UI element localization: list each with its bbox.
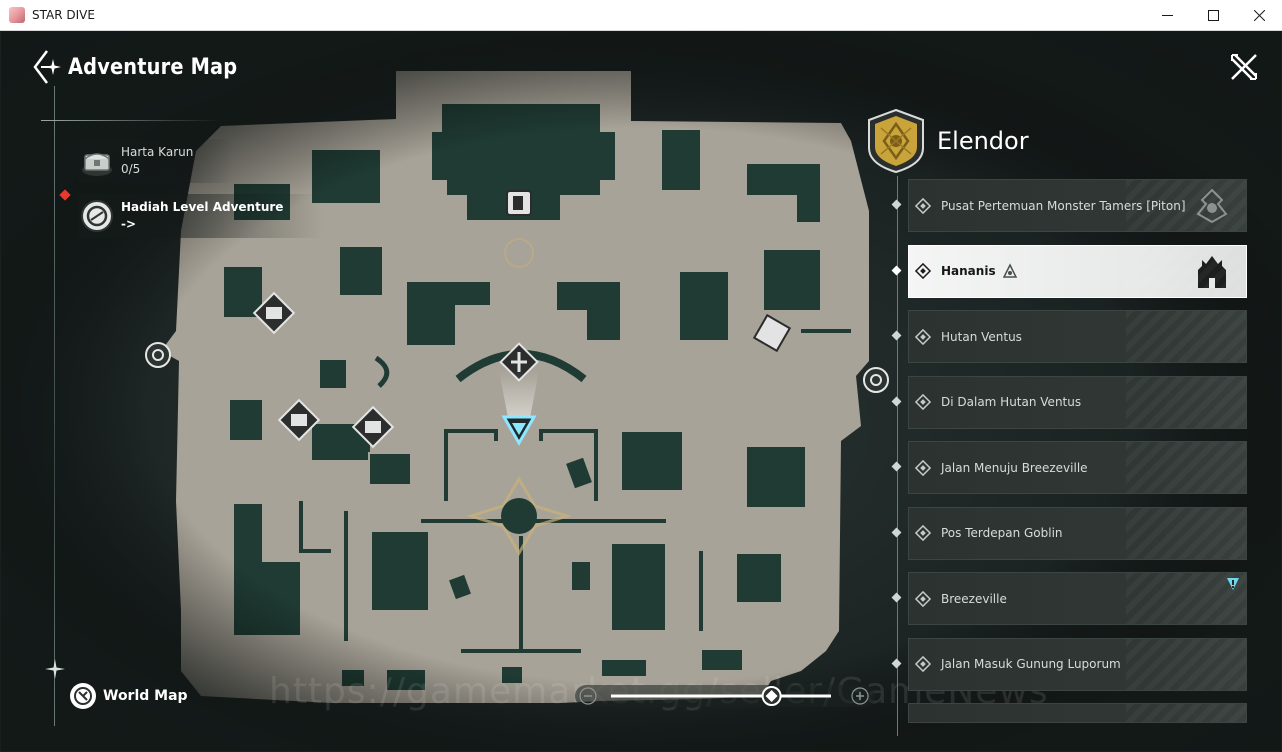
location-card[interactable]: Hutan Ventus	[908, 310, 1247, 363]
location-card-selected[interactable]: Hananis	[908, 244, 1247, 298]
world-map-button[interactable]: World Map	[69, 682, 188, 710]
location-label: Pusat Pertemuan Monster Tamers [Piton]	[941, 198, 1186, 213]
list-item[interactable]: Breezeville	[891, 572, 1252, 625]
treasure-chest-icon	[82, 153, 112, 176]
list-node	[891, 461, 902, 472]
level-reward-link[interactable]: Hadiah Level Adventure ->	[79, 194, 324, 238]
window-controls	[1144, 0, 1282, 31]
list-node	[891, 199, 902, 210]
location-icon	[915, 656, 931, 672]
list-item[interactable]: Di Dalam Hutan Ventus	[891, 375, 1252, 429]
treasure-counter[interactable]: Harta Karun 0/5	[79, 139, 234, 183]
location-label: Pos Terdepan Goblin	[941, 526, 1063, 540]
location-icon	[915, 590, 931, 607]
level-reward-arrow: ->	[121, 217, 137, 231]
globe-icon	[70, 683, 96, 709]
monster-crest-icon	[1196, 188, 1228, 224]
close-map-button[interactable]	[1229, 52, 1259, 82]
door-marker[interactable]	[506, 190, 532, 216]
location-card[interactable]: Breezeville	[908, 572, 1247, 625]
location-card[interactable]	[908, 703, 1247, 723]
location-icon	[915, 459, 931, 476]
location-card[interactable]: Jalan Menuju Breezeville	[908, 441, 1247, 494]
list-node	[891, 527, 902, 537]
list-node	[891, 658, 902, 668]
location-label: Hutan Ventus	[941, 329, 1022, 344]
treasure-label: Harta Karun	[121, 145, 194, 159]
game-viewport: Adventure Map Harta Karun 0/5 Hadiah Lev…	[1, 31, 1281, 751]
compass-sparkle-icon	[33, 50, 61, 84]
location-label: Jalan Menuju Breezeville	[941, 460, 1088, 475]
page-header: Adventure Map	[31, 49, 260, 85]
location-icon	[915, 394, 931, 410]
list-item[interactable]: Pos Terdepan Goblin	[891, 506, 1252, 560]
treasure-count: 0/5	[121, 162, 141, 176]
list-item[interactable]	[892, 703, 1252, 723]
region-header: Elendor	[863, 108, 1029, 174]
list-item[interactable]: Hutan Ventus	[891, 310, 1252, 363]
castle-icon	[1198, 255, 1226, 288]
list-node	[891, 265, 902, 275]
location-card[interactable]: Di Dalam Hutan Ventus	[908, 375, 1247, 429]
page-title: Adventure Map	[68, 54, 238, 80]
left-decor-line	[41, 120, 221, 121]
close-window-button[interactable]	[1236, 0, 1282, 31]
portal-marker-west[interactable]	[145, 342, 171, 368]
location-card[interactable]: Jalan Masuk Gunung Luporum	[908, 637, 1247, 691]
location-card[interactable]: Pos Terdepan Goblin	[908, 506, 1247, 560]
zoom-thumb[interactable]	[761, 686, 782, 706]
minimize-button[interactable]	[1144, 0, 1190, 31]
window-title: STAR DIVE	[32, 8, 95, 22]
sparkle-icon	[45, 659, 65, 679]
zoom-slider[interactable]	[575, 681, 875, 711]
close-icon	[1253, 10, 1265, 21]
region-name: Elendor	[937, 127, 1029, 155]
location-icon	[915, 328, 931, 345]
list-node	[891, 330, 902, 341]
list-item[interactable]: Jalan Masuk Gunung Luporum	[891, 637, 1252, 691]
minimize-icon	[1161, 15, 1173, 16]
list-node	[891, 396, 902, 406]
window-titlebar: STAR DIVE	[0, 0, 1282, 31]
location-label: Breezeville	[941, 591, 1007, 606]
maximize-button[interactable]	[1190, 0, 1236, 31]
location-icon	[915, 263, 931, 279]
list-item[interactable]: Hananis	[891, 244, 1252, 298]
gold-crest-icon	[868, 108, 924, 174]
maximize-icon	[1207, 10, 1219, 21]
app-icon	[9, 7, 25, 23]
current-location-icon	[1002, 263, 1017, 278]
list-item[interactable]: Jalan Menuju Breezeville	[891, 441, 1252, 494]
location-list: Pusat Pertemuan Monster Tamers [Piton] H…	[891, 179, 1252, 736]
level-reward-label: Hadiah Level Adventure	[121, 200, 284, 214]
list-node	[891, 592, 902, 603]
location-icon	[915, 197, 931, 214]
world-map-label: World Map	[103, 688, 188, 704]
list-item[interactable]: Pusat Pertemuan Monster Tamers [Piton]	[891, 179, 1252, 232]
quest-marker-icon	[1227, 578, 1239, 590]
location-label: Di Dalam Hutan Ventus	[941, 395, 1082, 409]
portal-marker-east[interactable]	[863, 367, 889, 393]
location-label: Hananis	[941, 264, 996, 278]
left-decor-rail	[54, 86, 55, 726]
reward-badge-icon	[81, 200, 113, 232]
location-card[interactable]: Pusat Pertemuan Monster Tamers [Piton]	[908, 179, 1247, 232]
location-icon	[915, 525, 931, 541]
location-label: Jalan Masuk Gunung Luporum	[941, 657, 1121, 671]
